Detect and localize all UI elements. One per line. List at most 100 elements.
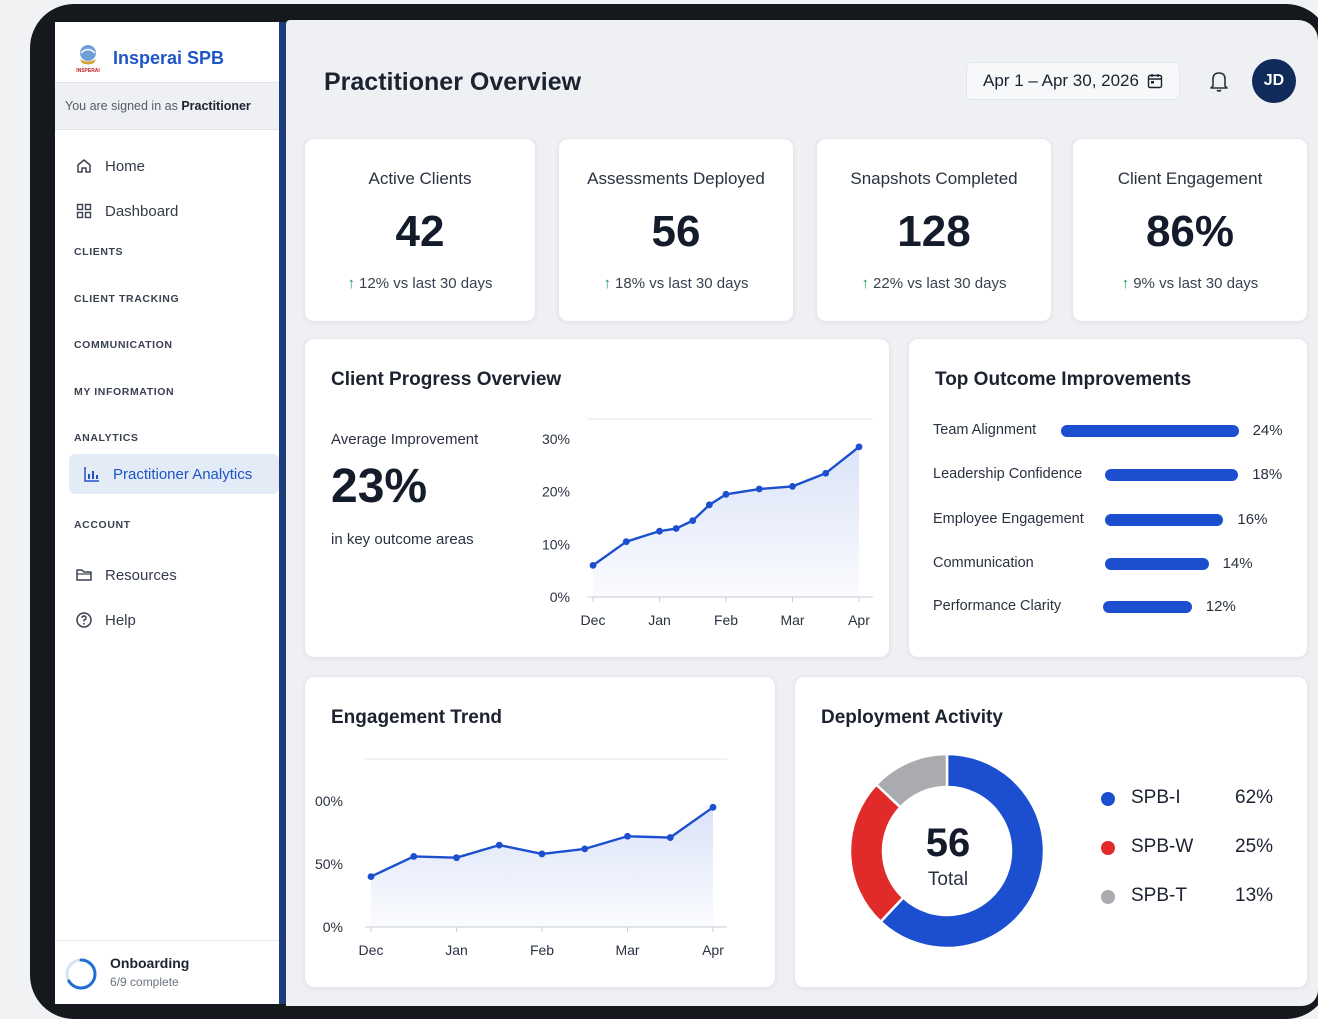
bar-value-label: 14% [1222,555,1253,572]
bar-value-label: 24% [1252,422,1283,439]
y-tick-label: 30% [542,431,570,447]
kpi-change: ↑ 18% vs last 30 days [559,275,793,292]
legend-swatch [1101,841,1115,855]
kpi-value: 42 [395,207,445,256]
legend-label: SPB-I [1131,787,1181,808]
kpi-label: Snapshots Completed [850,169,1018,188]
kpi-change-text: 22% vs last 30 days [873,275,1007,292]
bar-value-label: 12% [1205,598,1236,615]
legend-value: 13% [1235,885,1274,906]
data-point [656,527,663,535]
sidebar-item-label: Dashboard [105,202,179,220]
sidebar-item-dashboard[interactable]: Dashboard [75,199,178,223]
onboarding-title: Onboarding [110,955,190,971]
engagement-trend-chart: 0% 50% 100% Dec Jan Feb Mar Apr [315,758,727,958]
arrow-up-icon: ↑ [1121,275,1130,292]
onboarding-progress[interactable]: Onboarding 6/9 complete [55,940,279,1004]
avg-improvement-label: Average Improvement [331,431,479,448]
card-title: Deployment Activity [821,707,1003,728]
section-my-information[interactable]: MY INFORMATION [74,386,174,398]
donut-slice [849,782,905,924]
data-point [581,845,589,853]
signed-in-prefix: You are signed in as [65,99,178,113]
y-tick-label: 10% [542,536,570,552]
card-title: Engagement Trend [331,707,503,728]
arrow-up-icon: ↑ [603,275,612,292]
bar-value-label: 16% [1237,511,1268,528]
bar-label: Performance Clarity [933,598,1062,614]
bar-label: Leadership Confidence [933,466,1083,482]
x-tick-label: Mar [615,942,639,958]
bar-fill [1105,558,1209,570]
bar-fill [1105,514,1224,526]
data-point [709,803,717,811]
x-tick-label: Feb [714,612,738,628]
onboarding-ring [65,958,97,990]
x-tick-label: Dec [359,942,384,958]
legend-label: SPB-T [1131,885,1187,906]
data-point [495,841,503,849]
x-tick-label: Dec [581,612,606,628]
kpi-label: Active Clients [368,169,472,188]
bar-fill [1061,425,1239,437]
kpi-value: 128 [897,207,971,256]
dashboard-icon [76,203,92,219]
data-point [672,525,680,532]
kpi-card-client-engagement: Client Engagement 86% ↑ 9% vs last 30 day… [1072,138,1308,322]
legend-swatch [1101,792,1115,806]
kpi-card-active-clients: Active Clients 42 ↑ 12% vs last 30 days [304,138,536,322]
kpi-card-assessments-deployed: Assessments Deployed 56 ↑ 18% vs last 30 … [558,138,794,322]
card-title: Client Progress Overview [331,369,562,390]
legend-value: 25% [1235,836,1274,857]
kpi-card-snapshots-completed: Snapshots Completed 128 ↑ 22% vs last 30 … [816,138,1052,322]
data-point [453,854,460,862]
kpi-label: Client Engagement [1117,169,1263,188]
date-range-text: Apr 1 – Apr 30, 2026 [983,71,1139,90]
kpi-value: 86% [1145,207,1235,256]
data-point [538,850,546,858]
kpi-change-text: 12% vs last 30 days [359,275,493,292]
help-icon [76,612,92,628]
bell-icon[interactable] [1204,66,1234,96]
svg-text:INSPERAI: INSPERAI [76,68,100,74]
folder-icon [76,569,92,581]
sidebar-item-home[interactable]: Home [75,154,145,178]
client-progress-card: Client Progress Overview Average Improve… [304,338,890,658]
arrow-up-icon: ↑ [347,275,356,292]
bar-fill [1105,469,1239,481]
sidebar-item-label: Home [105,157,146,175]
data-point [589,562,597,569]
kpi-change: ↑ 22% vs last 30 days [817,275,1051,292]
avg-improvement-value: 23% [331,460,428,513]
data-point [755,485,763,493]
date-range-picker[interactable]: Apr 1 – Apr 30, 2026 [966,62,1180,100]
data-point [410,853,418,860]
sidebar-item-help[interactable]: Help [75,608,136,632]
data-point [666,834,674,841]
client-progress-chart: 0% 10% 20% 30% Dec Jan Feb Mar Apr [542,418,873,628]
section-clients[interactable]: CLIENTS [74,246,123,258]
main-content: Practitioner Overview Apr 1 – Apr 30, 20… [286,20,1318,1006]
data-point [722,490,730,498]
bar-fill [1103,601,1192,613]
section-communication[interactable]: COMMUNICATION [74,339,173,351]
data-point [622,538,630,546]
section-client-tracking[interactable]: CLIENT TRACKING [74,293,179,305]
brand-logo: INSPERAI [73,42,103,74]
y-tick-label: 0% [323,919,343,935]
sidebar-divider [279,22,286,1004]
donut-total-label: Total [927,869,969,890]
sidebar-item-practitioner-analytics[interactable]: Practitioner Analytics [69,454,279,494]
section-analytics[interactable]: ANALYTICS [74,432,139,444]
section-account[interactable]: ACCOUNT [74,519,131,531]
sidebar-item-label: Practitioner Analytics [113,465,253,483]
sidebar-item-label: Resources [105,566,177,584]
x-tick-label: Mar [780,612,804,628]
brand[interactable]: INSPERAI Insperai SPB [73,34,224,82]
y-tick-label: 100% [315,793,343,809]
page-title: Practitioner Overview [324,68,582,96]
y-tick-label: 0% [550,589,570,605]
series-area [593,446,859,597]
avatar[interactable]: JD [1252,59,1296,103]
sidebar-item-resources[interactable]: Resources [75,563,177,587]
